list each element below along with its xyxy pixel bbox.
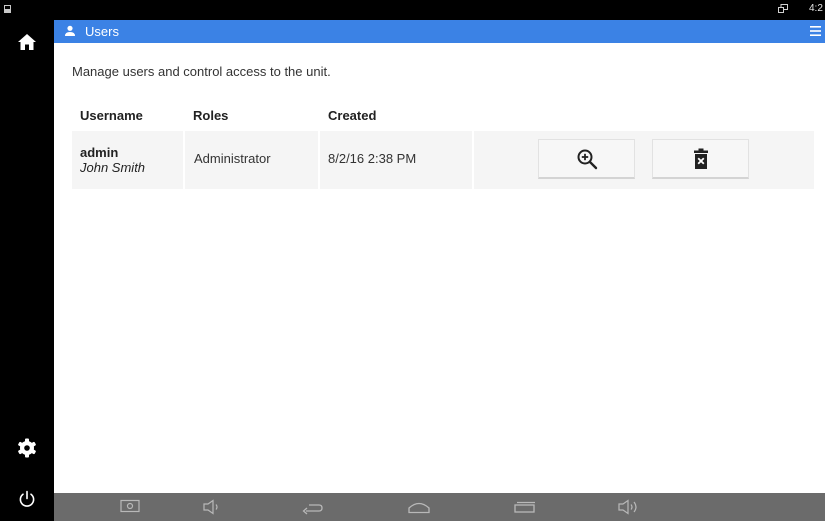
row-full-name: John Smith bbox=[80, 160, 146, 175]
sidebar-settings-button[interactable] bbox=[0, 428, 54, 468]
app-bar: Users bbox=[54, 20, 825, 43]
status-time: 4:2 bbox=[809, 3, 823, 14]
notification-icon bbox=[4, 5, 11, 13]
recents-icon[interactable] bbox=[513, 501, 537, 513]
cell-divider bbox=[472, 131, 474, 189]
row-username: admin bbox=[80, 145, 119, 160]
back-icon[interactable] bbox=[301, 500, 323, 516]
row-created: 8/2/16 2:38 PM bbox=[328, 151, 417, 166]
sidebar-power-button[interactable] bbox=[0, 479, 54, 519]
cell-divider bbox=[318, 131, 320, 189]
column-header-username: Username bbox=[80, 108, 143, 123]
column-header-roles: Roles bbox=[193, 108, 229, 123]
zoom-in-icon bbox=[577, 149, 597, 169]
volume-up-icon[interactable] bbox=[617, 499, 641, 515]
sidebar-home-button[interactable] bbox=[0, 22, 54, 62]
row-role: Administrator bbox=[194, 151, 271, 166]
status-bar: 4:2 bbox=[0, 0, 825, 20]
page-description: Manage users and control access to the u… bbox=[72, 64, 331, 79]
page-title: Users bbox=[85, 24, 119, 39]
menu-icon[interactable] bbox=[810, 25, 821, 37]
volume-down-icon[interactable] bbox=[202, 499, 222, 515]
home-icon bbox=[18, 34, 36, 50]
delete-user-button[interactable] bbox=[652, 139, 749, 179]
table-header: Username Roles Created bbox=[72, 100, 814, 130]
delete-icon bbox=[693, 148, 708, 169]
home-nav-icon[interactable] bbox=[407, 500, 431, 514]
gear-icon bbox=[18, 438, 36, 458]
sidebar bbox=[0, 20, 54, 521]
view-user-button[interactable] bbox=[538, 139, 635, 179]
user-icon bbox=[65, 25, 75, 36]
screen-cast-icon bbox=[778, 4, 788, 13]
table-row: admin John Smith Administrator 8/2/16 2:… bbox=[72, 131, 814, 189]
column-header-created: Created bbox=[328, 108, 377, 123]
system-nav-bar bbox=[54, 493, 825, 521]
cell-divider bbox=[183, 131, 185, 189]
power-icon bbox=[19, 490, 35, 507]
screenshot-icon[interactable] bbox=[120, 499, 140, 513]
